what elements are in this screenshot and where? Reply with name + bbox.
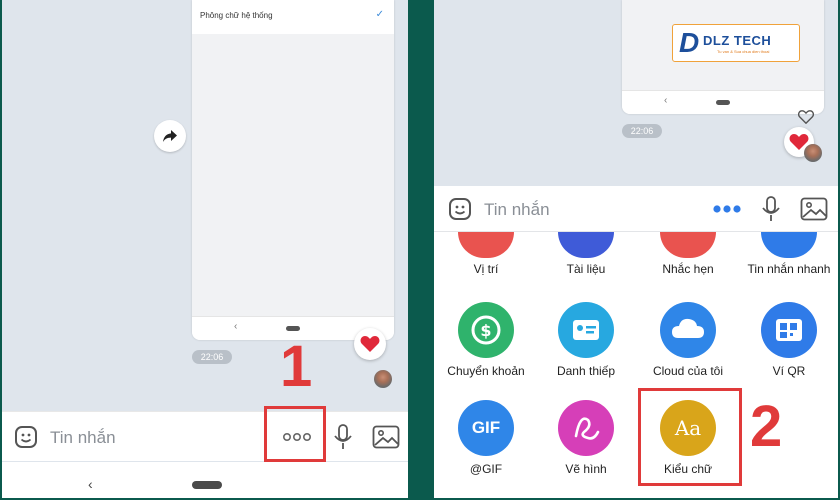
font-option-row[interactable]: Phông chữ hệ thống ✓ <box>192 0 394 34</box>
tile-draw[interactable]: Vẽ hình <box>536 400 636 476</box>
logo-tagline: Tu van & Sua chua dien thoai <box>717 49 770 54</box>
highlight-box-font-style <box>638 388 742 486</box>
cloud-icon <box>660 302 716 358</box>
draw-icon <box>558 400 614 456</box>
check-icon: ✓ <box>375 9 384 20</box>
svg-text:$: $ <box>480 321 491 340</box>
home-pill-icon <box>716 100 730 105</box>
home-pill-icon <box>286 326 300 331</box>
quick-message-icon <box>761 232 817 258</box>
message-input[interactable]: Tin nhắn <box>50 428 116 448</box>
sticker-icon[interactable] <box>14 425 38 449</box>
tile-label: Tài liệu <box>566 262 606 276</box>
logo-mark-icon: D <box>679 27 700 58</box>
tile-label: Tin nhắn nhanh <box>747 262 831 276</box>
preview-navbar: ‹ <box>622 90 824 114</box>
reaction-heart-button[interactable] <box>354 328 386 360</box>
gif-icon-text: GIF <box>471 418 501 437</box>
clock-icon <box>660 232 716 258</box>
heart-icon <box>360 336 380 352</box>
tile-gif[interactable]: GIF @GIF <box>436 400 536 476</box>
highlight-box-more-options <box>264 406 326 462</box>
left-phone-screen: Phông chữ hệ thống ✓ ‹ 22:06 1 Tin nhắn … <box>2 0 408 498</box>
tile-qr-wallet[interactable]: Ví QR <box>739 302 838 378</box>
message-input-bar: Tin nhắn <box>434 186 838 232</box>
image-icon[interactable] <box>800 197 828 221</box>
qr-wallet-icon <box>761 302 817 358</box>
forward-button[interactable] <box>154 120 186 152</box>
chat-area: ‹ D DLZ TECH Tu van & Sua chua dien thoa… <box>434 0 838 186</box>
tile-quick-message[interactable]: Tin nhắn nhanh <box>739 232 838 276</box>
heart-outline-icon[interactable] <box>798 110 814 124</box>
message-input[interactable]: Tin nhắn <box>484 200 550 220</box>
tile-documents[interactable]: Tài liệu <box>536 232 636 276</box>
tile-label: Ví QR <box>772 364 806 378</box>
money-transfer-icon: $ <box>458 302 514 358</box>
system-navbar: ‹ <box>2 462 408 498</box>
tile-label: @GIF <box>469 462 503 476</box>
tile-my-cloud[interactable]: Cloud của tôi <box>638 302 738 378</box>
brand-logo: D DLZ TECH Tu van & Sua chua dien thoai <box>672 24 800 62</box>
step-number-2: 2 <box>750 394 783 459</box>
tile-label: Danh thiếp <box>556 364 616 378</box>
step-number-1: 1 <box>280 334 313 399</box>
home-pill-icon[interactable] <box>192 481 222 489</box>
back-chevron-icon: ‹ <box>664 95 668 106</box>
back-chevron-icon[interactable]: ‹ <box>88 476 93 492</box>
font-option-label: Phông chữ hệ thống <box>200 11 273 20</box>
logo-brand-name: DLZ TECH <box>703 33 772 48</box>
tile-money-transfer[interactable]: $ Chuyển khoản <box>436 302 536 378</box>
tile-contact-card[interactable]: Danh thiếp <box>536 302 636 378</box>
tile-label: Nhắc hẹn <box>662 262 714 276</box>
microphone-icon[interactable] <box>332 424 354 450</box>
message-timestamp: 22:06 <box>192 350 232 364</box>
font-settings-preview-card: Phông chữ hệ thống ✓ ‹ <box>192 0 394 340</box>
avatar <box>374 370 392 388</box>
image-icon[interactable] <box>372 425 400 449</box>
microphone-icon[interactable] <box>760 196 782 222</box>
avatar <box>804 144 822 162</box>
tile-location[interactable]: Vị trí <box>436 232 536 276</box>
message-input-bar: Tin nhắn <box>2 411 408 461</box>
forward-arrow-icon <box>163 130 177 142</box>
tile-label: Cloud của tôi <box>652 364 724 378</box>
message-timestamp: 22:06 <box>622 124 662 138</box>
location-icon <box>458 232 514 258</box>
gif-icon: GIF <box>458 400 514 456</box>
tile-label: Chuyển khoản <box>447 364 525 378</box>
composite-frame: Phông chữ hệ thống ✓ ‹ 22:06 1 Tin nhắn … <box>0 0 840 500</box>
back-chevron-icon: ‹ <box>234 321 238 332</box>
more-options-icon[interactable] <box>712 204 742 214</box>
sticker-icon[interactable] <box>448 197 472 221</box>
tile-reminder[interactable]: Nhắc hẹn <box>638 232 738 276</box>
contact-card-icon <box>558 302 614 358</box>
tile-label: Vị trí <box>473 262 499 276</box>
paperclip-icon <box>558 232 614 258</box>
tile-label: Vẽ hình <box>565 462 607 476</box>
